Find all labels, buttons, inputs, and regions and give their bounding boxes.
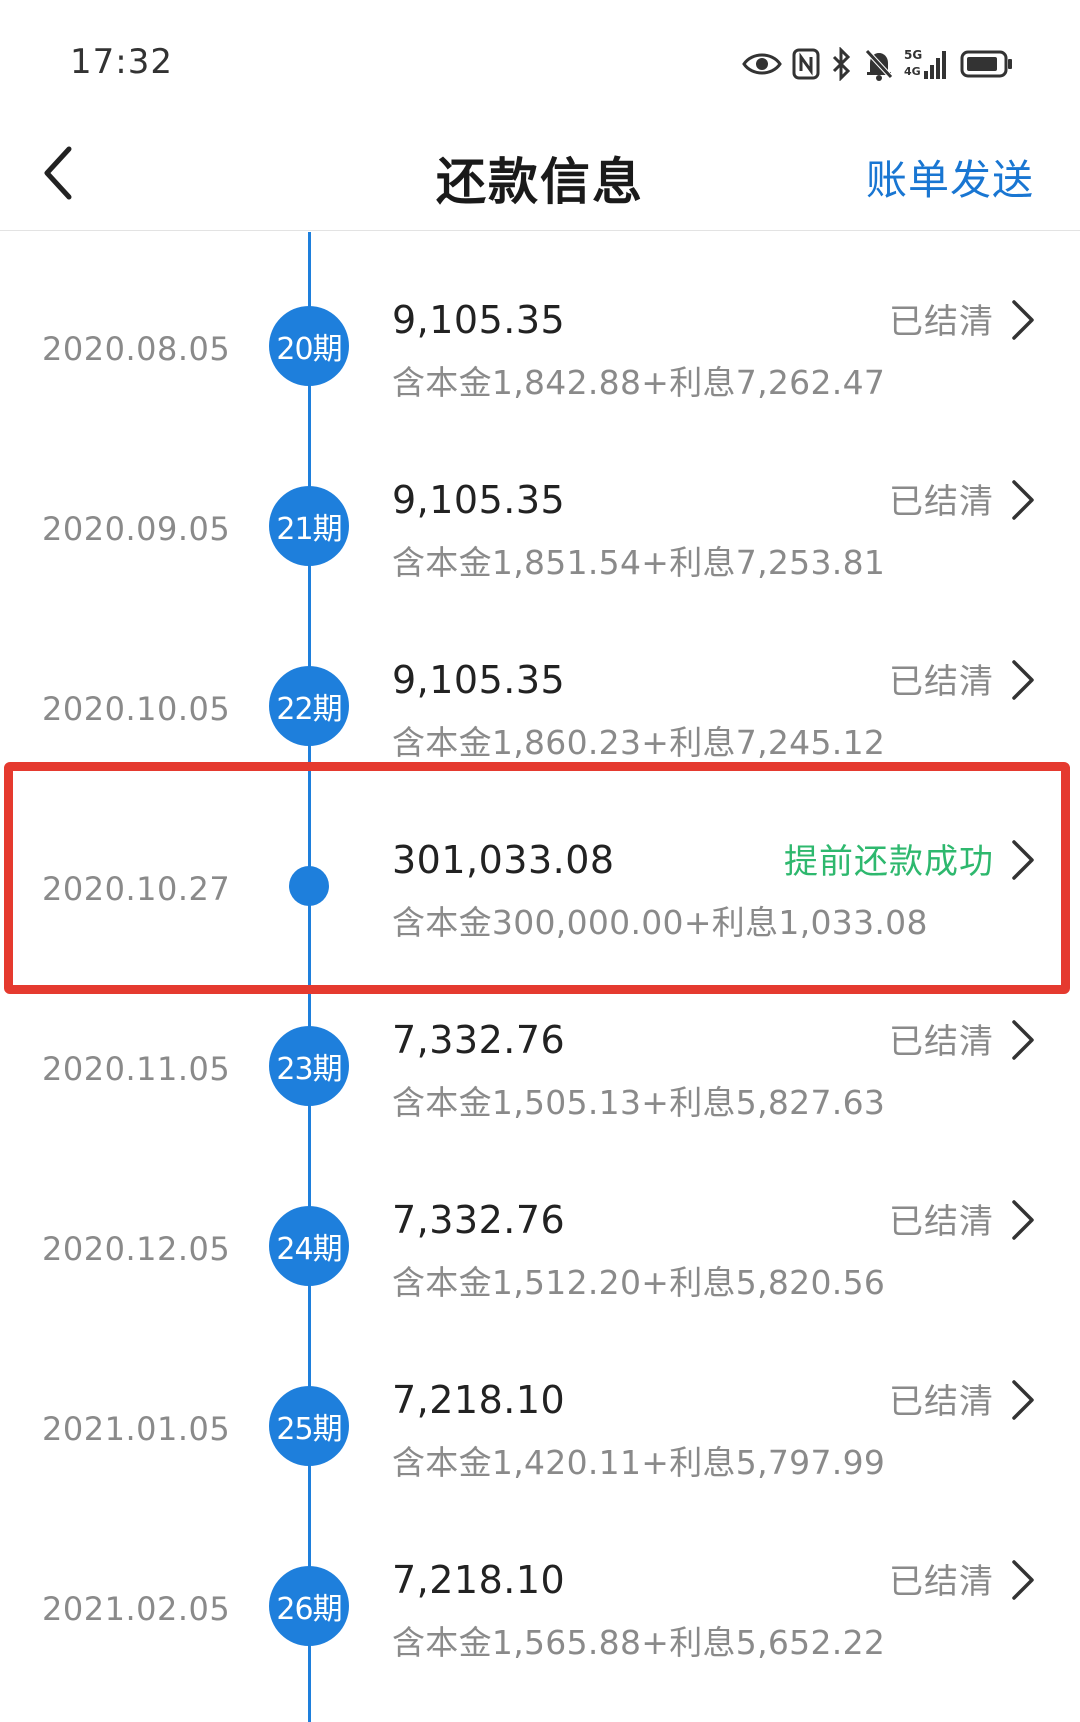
repayment-record[interactable]: 2020.09.05 21期 9,105.35 含本金1,851.54+利息7,… [0, 412, 1080, 592]
record-amount: 9,105.35 [392, 478, 566, 522]
record-status: 已结清 [889, 302, 994, 342]
repayment-record[interactable]: 2020.10.05 22期 9,105.35 含本金1,860.23+利息7,… [0, 592, 1080, 772]
record-status: 已结清 [889, 1202, 994, 1242]
chevron-right-icon [1012, 1200, 1034, 1240]
record-amount: 7,218.10 [392, 1558, 566, 1602]
chevron-right-icon [1012, 660, 1034, 700]
record-date: 2021.02.05 [42, 1590, 231, 1628]
chevron-right-icon [1012, 480, 1034, 520]
record-status: 已结清 [889, 1022, 994, 1062]
chevron-right-icon [1012, 300, 1034, 340]
record-date: 2021.01.05 [42, 1410, 231, 1448]
record-amount: 7,332.76 [392, 1018, 566, 1062]
record-amount: 9,105.35 [392, 658, 566, 702]
status-icons: 5G 4G [742, 44, 1014, 84]
svg-text:4G: 4G [904, 65, 921, 78]
record-status: 已结清 [889, 1562, 994, 1602]
repayment-record[interactable]: 2020.08.05 20期 9,105.35 含本金1,842.88+利息7,… [0, 232, 1080, 412]
record-date: 2020.10.05 [42, 690, 231, 728]
status-bar: 17:32 5G 4G [0, 0, 1080, 120]
repayment-record[interactable]: 2020.12.05 24期 7,332.76 含本金1,512.20+利息5,… [0, 1132, 1080, 1312]
prepayment-record[interactable]: 2020.10.27 301,033.08 含本金300,000.00+利息1,… [0, 772, 1080, 952]
period-badge: 22期 [269, 666, 349, 746]
period-badge: 20期 [269, 306, 349, 386]
battery-icon [960, 49, 1014, 79]
record-amount: 7,218.10 [392, 1378, 566, 1422]
record-date: 2020.12.05 [42, 1230, 231, 1268]
record-date: 2020.10.27 [42, 870, 231, 908]
bluetooth-icon [830, 47, 854, 81]
record-status: 已结清 [889, 1382, 994, 1422]
nfc-icon [792, 48, 820, 80]
period-badge: 26期 [269, 1566, 349, 1646]
chevron-right-icon [1012, 1020, 1034, 1060]
record-amount: 301,033.08 [392, 838, 615, 882]
eye-icon [742, 50, 782, 78]
period-badge: 24期 [269, 1206, 349, 1286]
signal-5g-icon: 5G 4G [904, 47, 950, 81]
record-date: 2020.11.05 [42, 1050, 231, 1088]
record-breakdown: 含本金1,505.13+利息5,827.63 [392, 1083, 886, 1122]
repayment-record[interactable]: 2020.11.05 23期 7,332.76 含本金1,505.13+利息5,… [0, 952, 1080, 1132]
repayment-record[interactable]: 2021.01.05 25期 7,218.10 含本金1,420.11+利息5,… [0, 1312, 1080, 1492]
period-badge: 23期 [269, 1026, 349, 1106]
bell-mute-icon [864, 47, 894, 81]
record-breakdown: 含本金1,420.11+利息5,797.99 [392, 1443, 886, 1482]
record-date: 2020.09.05 [42, 510, 231, 548]
period-badge: 21期 [269, 486, 349, 566]
send-bill-button[interactable]: 账单发送 [866, 146, 1034, 206]
status-time: 17:32 [70, 42, 173, 82]
record-breakdown: 含本金300,000.00+利息1,033.08 [392, 903, 928, 942]
record-status: 已结清 [889, 482, 994, 522]
record-amount: 9,105.35 [392, 298, 566, 342]
record-status: 已结清 [889, 662, 994, 702]
repayment-timeline: 2020.08.05 20期 9,105.35 含本金1,842.88+利息7,… [0, 232, 1080, 1722]
chevron-right-icon [1012, 1380, 1034, 1420]
record-breakdown: 含本金1,860.23+利息7,245.12 [392, 723, 886, 762]
record-status-success: 提前还款成功 [784, 842, 994, 882]
period-badge: 25期 [269, 1386, 349, 1466]
record-breakdown: 含本金1,842.88+利息7,262.47 [392, 363, 886, 402]
timeline-dot [289, 866, 329, 906]
record-amount: 7,332.76 [392, 1198, 566, 1242]
nav-header: 还款信息 账单发送 [0, 120, 1080, 231]
record-breakdown: 含本金1,512.20+利息5,820.56 [392, 1263, 886, 1302]
record-breakdown: 含本金1,565.88+利息5,652.22 [392, 1623, 886, 1662]
chevron-right-icon [1012, 1560, 1034, 1600]
repayment-record[interactable]: 2021.02.05 26期 7,218.10 含本金1,565.88+利息5,… [0, 1492, 1080, 1672]
record-breakdown: 含本金1,851.54+利息7,253.81 [392, 543, 886, 582]
record-date: 2020.08.05 [42, 330, 231, 368]
chevron-right-icon [1012, 840, 1034, 880]
svg-text:5G: 5G [904, 48, 922, 62]
